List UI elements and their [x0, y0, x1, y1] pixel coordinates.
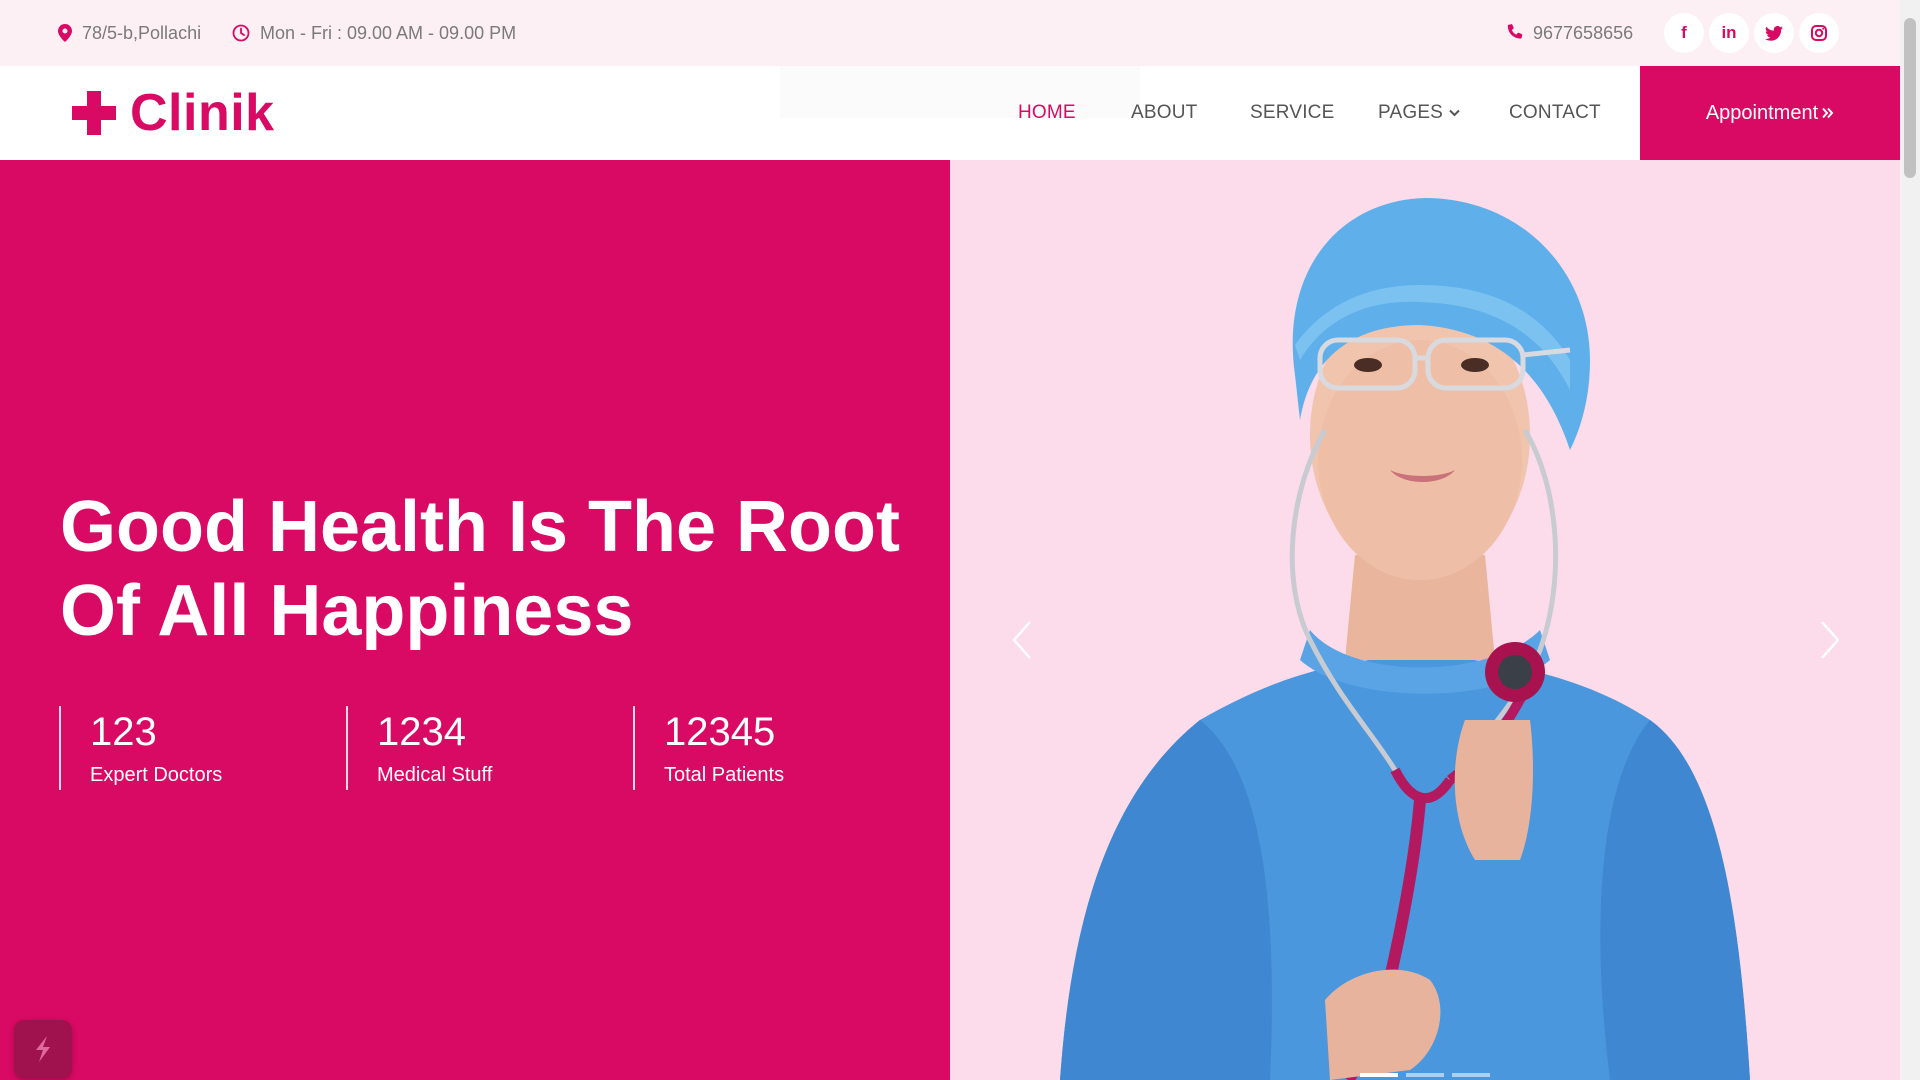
phone-icon: [1507, 24, 1523, 39]
page-scrollbar[interactable]: [1900, 0, 1920, 1080]
appointment-label: Appointment: [1705, 101, 1819, 124]
carousel-indicators: [1360, 1073, 1490, 1077]
carousel-indicator[interactable]: [1360, 1073, 1398, 1077]
facebook-link[interactable]: f: [1664, 13, 1704, 53]
nav-contact[interactable]: CONTACT: [1509, 66, 1601, 160]
stat-value: 1234: [377, 710, 466, 754]
instagram-link[interactable]: [1799, 13, 1839, 53]
linkedin-link[interactable]: in: [1709, 13, 1749, 53]
stat-label: Expert Doctors: [90, 764, 223, 786]
stat-value: 12345: [664, 710, 776, 754]
nav-pages-dropdown[interactable]: PAGES: [1378, 66, 1460, 160]
hours-info: Mon - Fri : 09.00 AM - 09.00 PM: [232, 0, 516, 66]
facebook-icon: f: [1681, 23, 1687, 42]
chevron-left-icon: [1012, 621, 1031, 659]
clock-icon: [232, 24, 250, 42]
address-info: 78/5-b,Pollachi: [58, 0, 201, 66]
address-text: 78/5-b,Pollachi: [82, 22, 202, 43]
stat-total-patients: 12345 Total Patients: [633, 706, 784, 790]
twitter-link[interactable]: [1754, 13, 1794, 53]
lightning-logo-icon: [36, 1036, 50, 1062]
carousel-indicator[interactable]: [1406, 1073, 1444, 1077]
hero-title: Good Health Is The Root Of All Happiness: [60, 487, 900, 651]
stat-label: Medical Stuff: [377, 764, 493, 786]
location-pin-icon: [58, 24, 72, 42]
carousel-indicator[interactable]: [1452, 1073, 1490, 1077]
main-navbar: Clinik HOME ABOUT SERVICE PAGES CONTACT …: [0, 66, 1900, 160]
nav-service[interactable]: SERVICE: [1250, 66, 1334, 160]
carousel-prev-button[interactable]: [1002, 615, 1042, 665]
linkedin-icon: in: [1721, 23, 1737, 42]
stat-value: 123: [90, 710, 157, 754]
faded-overlay-box: [780, 66, 1140, 118]
brand-name: Clinik: [130, 84, 275, 142]
brand-logo[interactable]: Clinik: [72, 66, 275, 160]
chevron-right-icon: [1821, 621, 1840, 659]
stat-expert-doctors: 123 Expert Doctors: [59, 706, 222, 790]
nav-about[interactable]: ABOUT: [1131, 66, 1197, 160]
chevron-down-icon: [1449, 109, 1460, 117]
hours-text: Mon - Fri : 09.00 AM - 09.00 PM: [260, 22, 517, 43]
scrollbar-thumb[interactable]: [1904, 18, 1916, 178]
twitter-icon: [1765, 25, 1783, 41]
nav-pages-label: PAGES: [1378, 102, 1444, 123]
carousel-next-button[interactable]: [1810, 615, 1850, 665]
floating-widget-button[interactable]: [14, 1020, 72, 1078]
phone-number[interactable]: 9677658656: [1533, 23, 1633, 44]
stat-medical-stuff: 1234 Medical Stuff: [346, 706, 492, 790]
stat-label: Total Patients: [664, 764, 785, 786]
medical-cross-icon: [72, 91, 116, 135]
appointment-button[interactable]: Appointment: [1640, 66, 1900, 160]
hero-text-panel: Good Health Is The Root Of All Happiness…: [0, 160, 950, 1080]
top-info-bar: 78/5-b,Pollachi Mon - Fri : 09.00 AM - 0…: [0, 0, 1900, 66]
phone-info[interactable]: 9677658656: [1505, 0, 1633, 66]
hero-carousel: [950, 160, 1900, 1080]
double-chevron-right-icon: [1822, 107, 1834, 119]
nav-home[interactable]: HOME: [1018, 66, 1076, 160]
doctor-photo: [1060, 198, 1750, 1080]
instagram-icon: [1811, 25, 1827, 41]
